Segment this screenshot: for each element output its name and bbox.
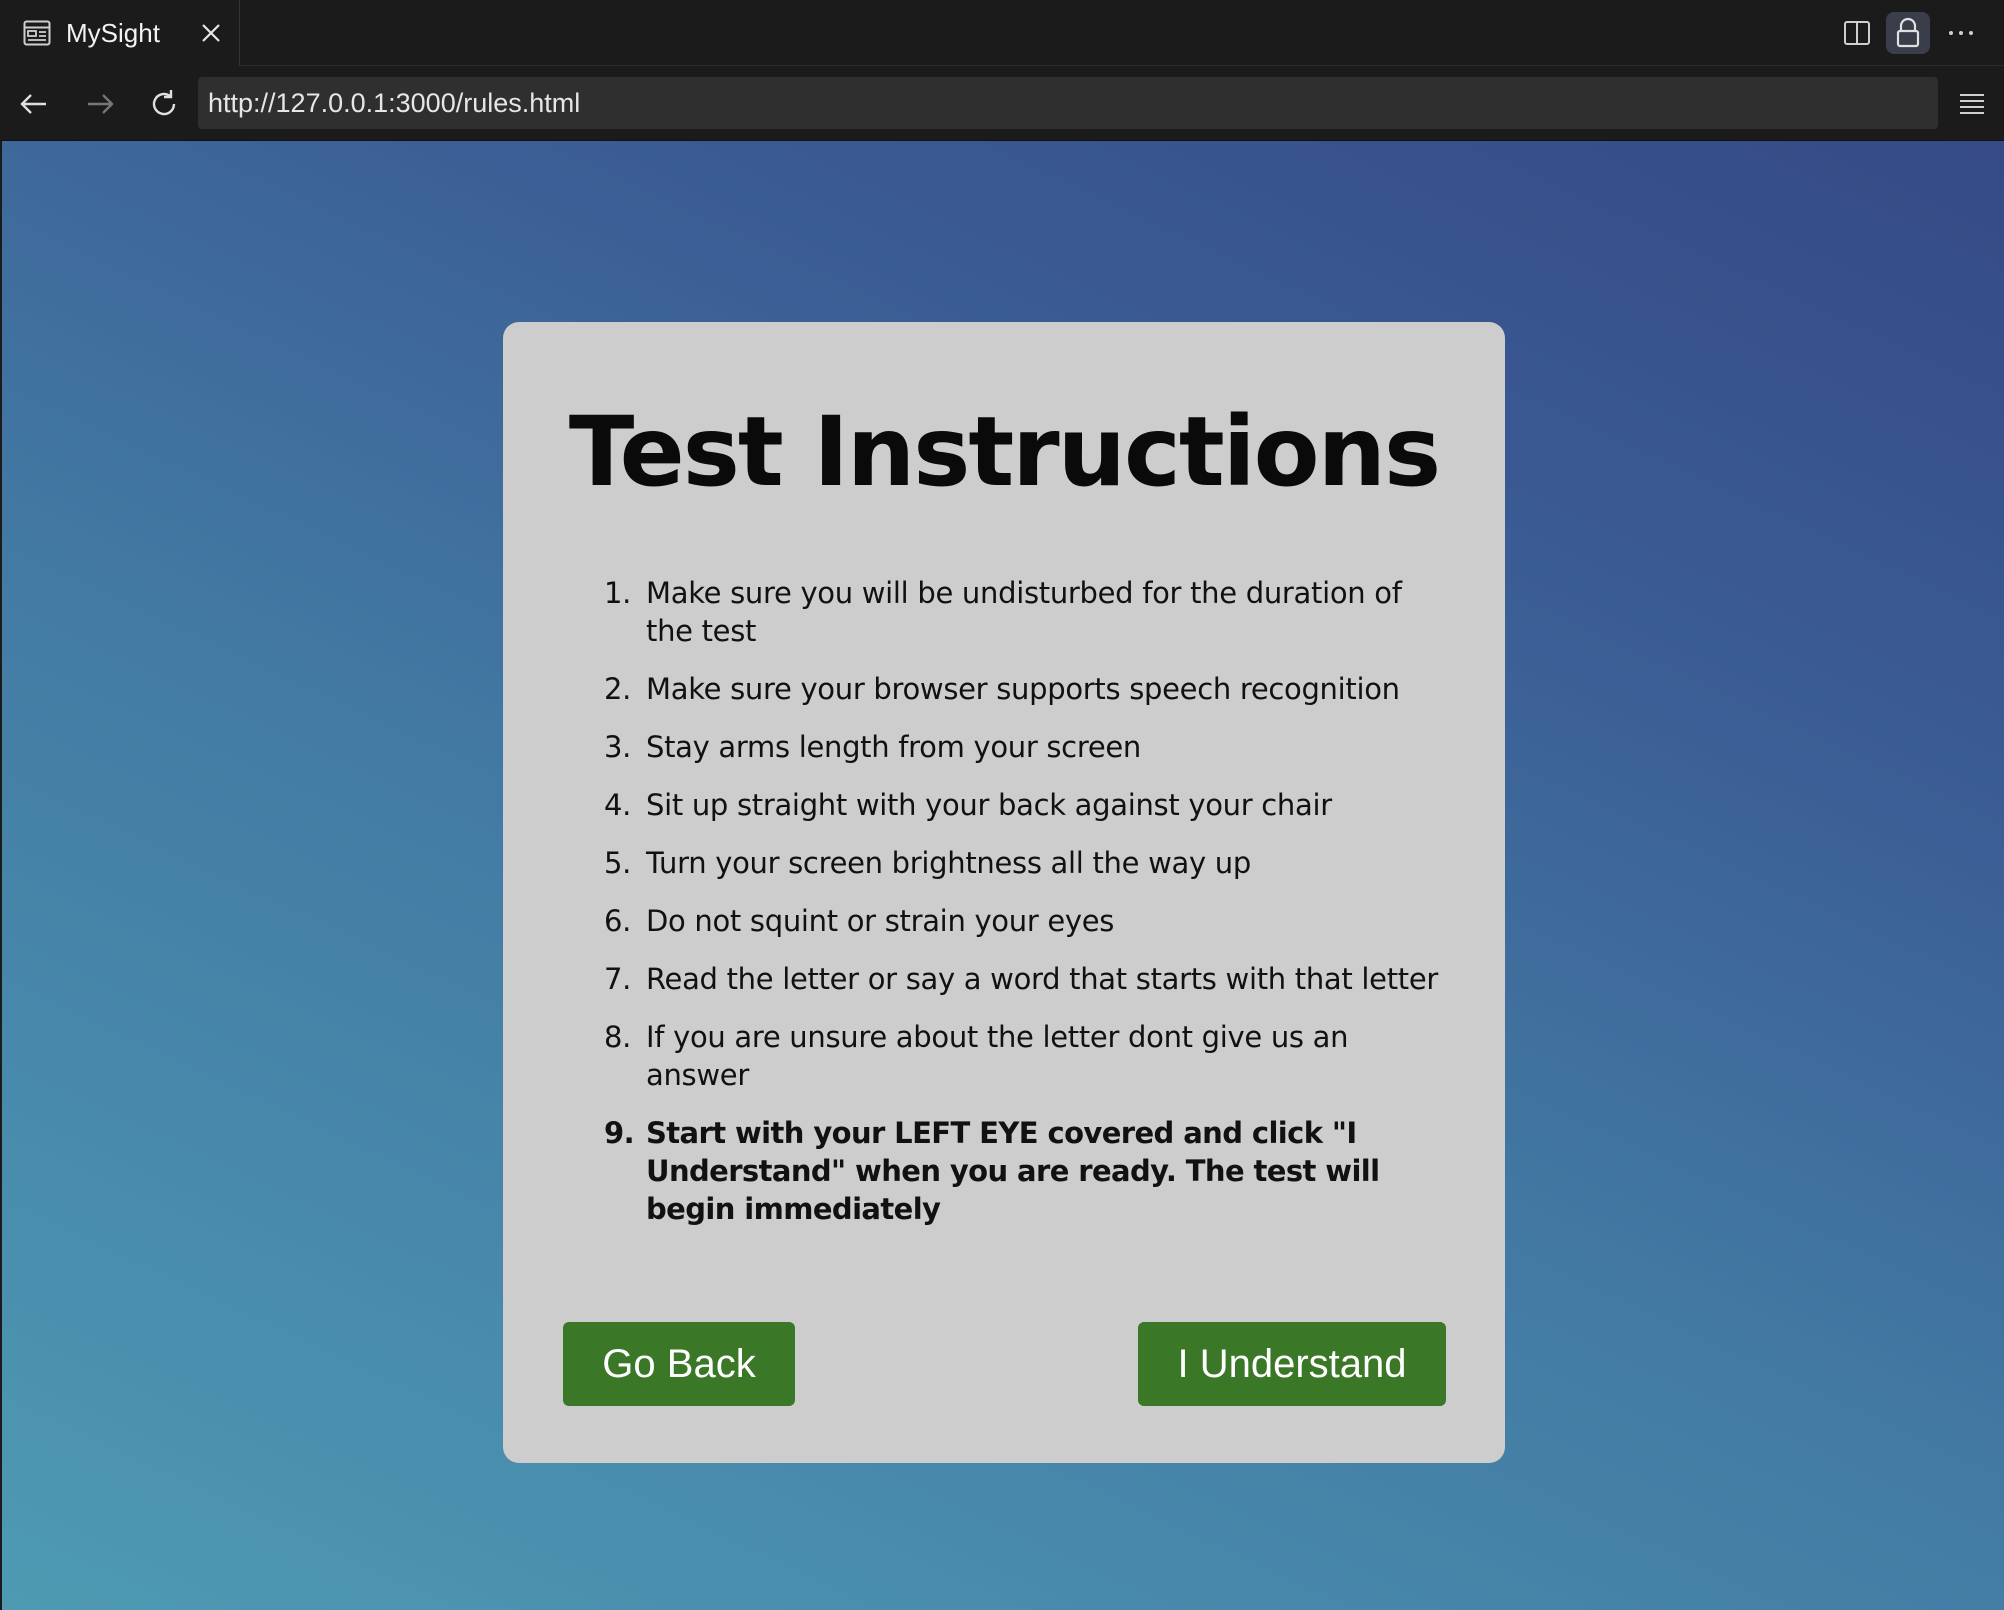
list-item: 3. Stay arms length from your screen: [604, 728, 1446, 766]
list-item-number: 1.: [604, 576, 632, 610]
list-item-text: Turn your screen brightness all the way …: [646, 846, 1251, 880]
list-item-number: 7.: [604, 962, 632, 996]
list-item-text: Read the letter or say a word that start…: [646, 962, 1438, 996]
list-item: 5. Turn your screen brightness all the w…: [604, 844, 1446, 882]
page-title: Test Instructions: [568, 396, 1441, 508]
page-viewport: Test Instructions 1. Make sure you will …: [2, 141, 2004, 1610]
list-item: 8. If you are unsure about the letter do…: [604, 1018, 1446, 1094]
list-item-number: 6.: [604, 904, 632, 938]
list-item-text: Sit up straight with your back against y…: [646, 788, 1332, 822]
list-item-number: 5.: [604, 846, 632, 880]
go-back-button[interactable]: Go Back: [563, 1322, 795, 1406]
reader-icon: [23, 20, 51, 46]
list-item: 7. Read the letter or say a word that st…: [604, 960, 1446, 998]
reload-icon[interactable]: [146, 86, 182, 122]
list-item-important: 9. Start with your LEFT EYE covered and …: [604, 1114, 1446, 1228]
list-item-text: If you are unsure about the letter dont …: [646, 1020, 1349, 1092]
rules-list: 1. Make sure you will be undisturbed for…: [604, 574, 1446, 1248]
browser-tab-bar: MySight: [0, 0, 2004, 67]
list-item-text: Start with your LEFT EYE covered and cli…: [646, 1116, 1380, 1226]
list-item-number: 8.: [604, 1020, 632, 1054]
list-item-number: 9.: [604, 1116, 635, 1150]
back-arrow-icon[interactable]: [16, 86, 52, 122]
i-understand-button[interactable]: I Understand: [1138, 1322, 1446, 1406]
list-item-text: Do not squint or strain your eyes: [646, 904, 1115, 938]
instructions-card: Test Instructions 1. Make sure you will …: [503, 322, 1505, 1463]
list-item-text: Make sure you will be undisturbed for th…: [646, 576, 1402, 648]
list-item: 6. Do not squint or strain your eyes: [604, 902, 1446, 940]
split-screen-icon[interactable]: [1840, 16, 1874, 50]
list-item-number: 3.: [604, 730, 632, 764]
list-item-text: Stay arms length from your screen: [646, 730, 1141, 764]
browser-tab[interactable]: MySight: [0, 0, 240, 67]
list-item: 2. Make sure your browser supports speec…: [604, 670, 1446, 708]
more-icon[interactable]: [1944, 16, 1978, 50]
lock-button[interactable]: [1886, 12, 1930, 54]
forward-arrow-icon[interactable]: [82, 86, 118, 122]
list-item-text: Make sure your browser supports speech r…: [646, 672, 1400, 706]
address-bar[interactable]: http://127.0.0.1:3000/rules.html: [198, 77, 1938, 129]
list-item: 4. Sit up straight with your back agains…: [604, 786, 1446, 824]
list-item-number: 4.: [604, 788, 632, 822]
lock-icon: [1896, 17, 1920, 48]
browser-nav-bar: http://127.0.0.1:3000/rules.html: [0, 66, 2004, 141]
tab-title: MySight: [66, 18, 160, 48]
list-item-number: 2.: [604, 672, 632, 706]
menu-icon[interactable]: [1954, 86, 1990, 122]
close-icon[interactable]: [198, 20, 224, 46]
list-item: 1. Make sure you will be undisturbed for…: [604, 574, 1446, 650]
